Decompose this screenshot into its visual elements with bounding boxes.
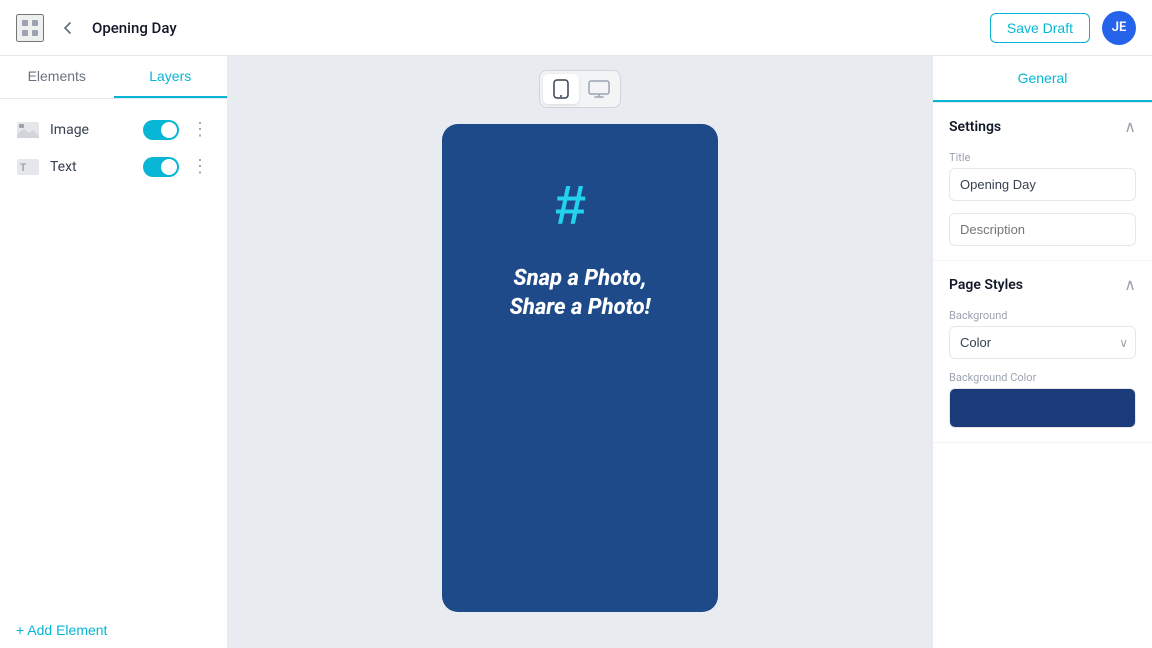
right-panel: General Settings ∧ Title [932,56,1152,648]
layer-toggle-text[interactable] [143,157,179,177]
left-panel: Elements Layers Image ⋮ [0,56,228,648]
tab-general[interactable]: General [933,56,1152,102]
hash-icon: # [550,172,610,241]
background-color-label: Background Color [949,371,1136,384]
settings-title: Settings [949,119,1001,135]
page-styles-collapse-button[interactable]: ∧ [1124,275,1136,295]
svg-text:#: # [555,173,586,232]
title-input[interactable] [949,168,1136,201]
text-layer-icon: T [16,158,40,176]
right-tabs: General [933,56,1152,103]
background-field-label: Background [949,309,1136,322]
layer-name-image: Image [50,122,133,138]
device-toolbar [539,70,621,108]
background-select-wrapper: Color ∨ [949,326,1136,359]
back-button[interactable] [54,14,82,42]
background-select[interactable]: Color [949,326,1136,359]
topbar-right: Save Draft JE [990,11,1136,45]
image-layer-icon [16,121,40,139]
canvas-area: # Snap a Photo, Share a Photo! [228,56,932,648]
title-field: Title [949,151,1136,201]
background-color-preview[interactable] [949,388,1136,428]
layer-more-image[interactable]: ⋮ [189,119,211,140]
avatar[interactable]: JE [1102,11,1136,45]
add-element-button[interactable]: + Add Element [0,612,227,648]
layer-name-text: Text [50,159,133,175]
settings-collapse-button[interactable]: ∧ [1124,117,1136,137]
tab-elements[interactable]: Elements [0,56,114,98]
title-field-label: Title [949,151,1136,164]
desktop-device-button[interactable] [581,74,617,104]
left-tabs: Elements Layers [0,56,227,99]
topbar-left: Opening Day [16,14,978,42]
settings-section-header: Settings ∧ [949,117,1136,137]
description-input[interactable] [949,213,1136,246]
page-title: Opening Day [92,19,177,37]
page-styles-title: Page Styles [949,277,1023,293]
description-field [949,213,1136,246]
main-layout: Elements Layers Image ⋮ [0,56,1152,648]
canvas-headline: Snap a Photo, Share a Photo! [510,265,651,322]
page-styles-section: Page Styles ∧ Background Color ∨ Backgro… [933,261,1152,443]
phone-canvas: # Snap a Photo, Share a Photo! [442,124,718,612]
save-draft-button[interactable]: Save Draft [990,13,1090,43]
settings-section: Settings ∧ Title [933,103,1152,261]
topbar: Opening Day Save Draft JE [0,0,1152,56]
layer-toggle-image[interactable] [143,120,179,140]
background-color-field: Background Color [949,371,1136,428]
layer-item-text[interactable]: T Text ⋮ [0,148,227,185]
mobile-device-button[interactable] [543,74,579,104]
background-field: Background Color ∨ [949,309,1136,359]
page-styles-section-header: Page Styles ∧ [949,275,1136,295]
svg-text:T: T [20,163,26,174]
right-panel-body: Settings ∧ Title Page Styles ∧ Bac [933,103,1152,443]
tab-layers[interactable]: Layers [114,56,228,98]
layer-item-image[interactable]: Image ⋮ [0,111,227,148]
layer-more-text[interactable]: ⋮ [189,156,211,177]
layers-list: Image ⋮ T Text ⋮ [0,99,227,612]
grid-icon-button[interactable] [16,14,44,42]
